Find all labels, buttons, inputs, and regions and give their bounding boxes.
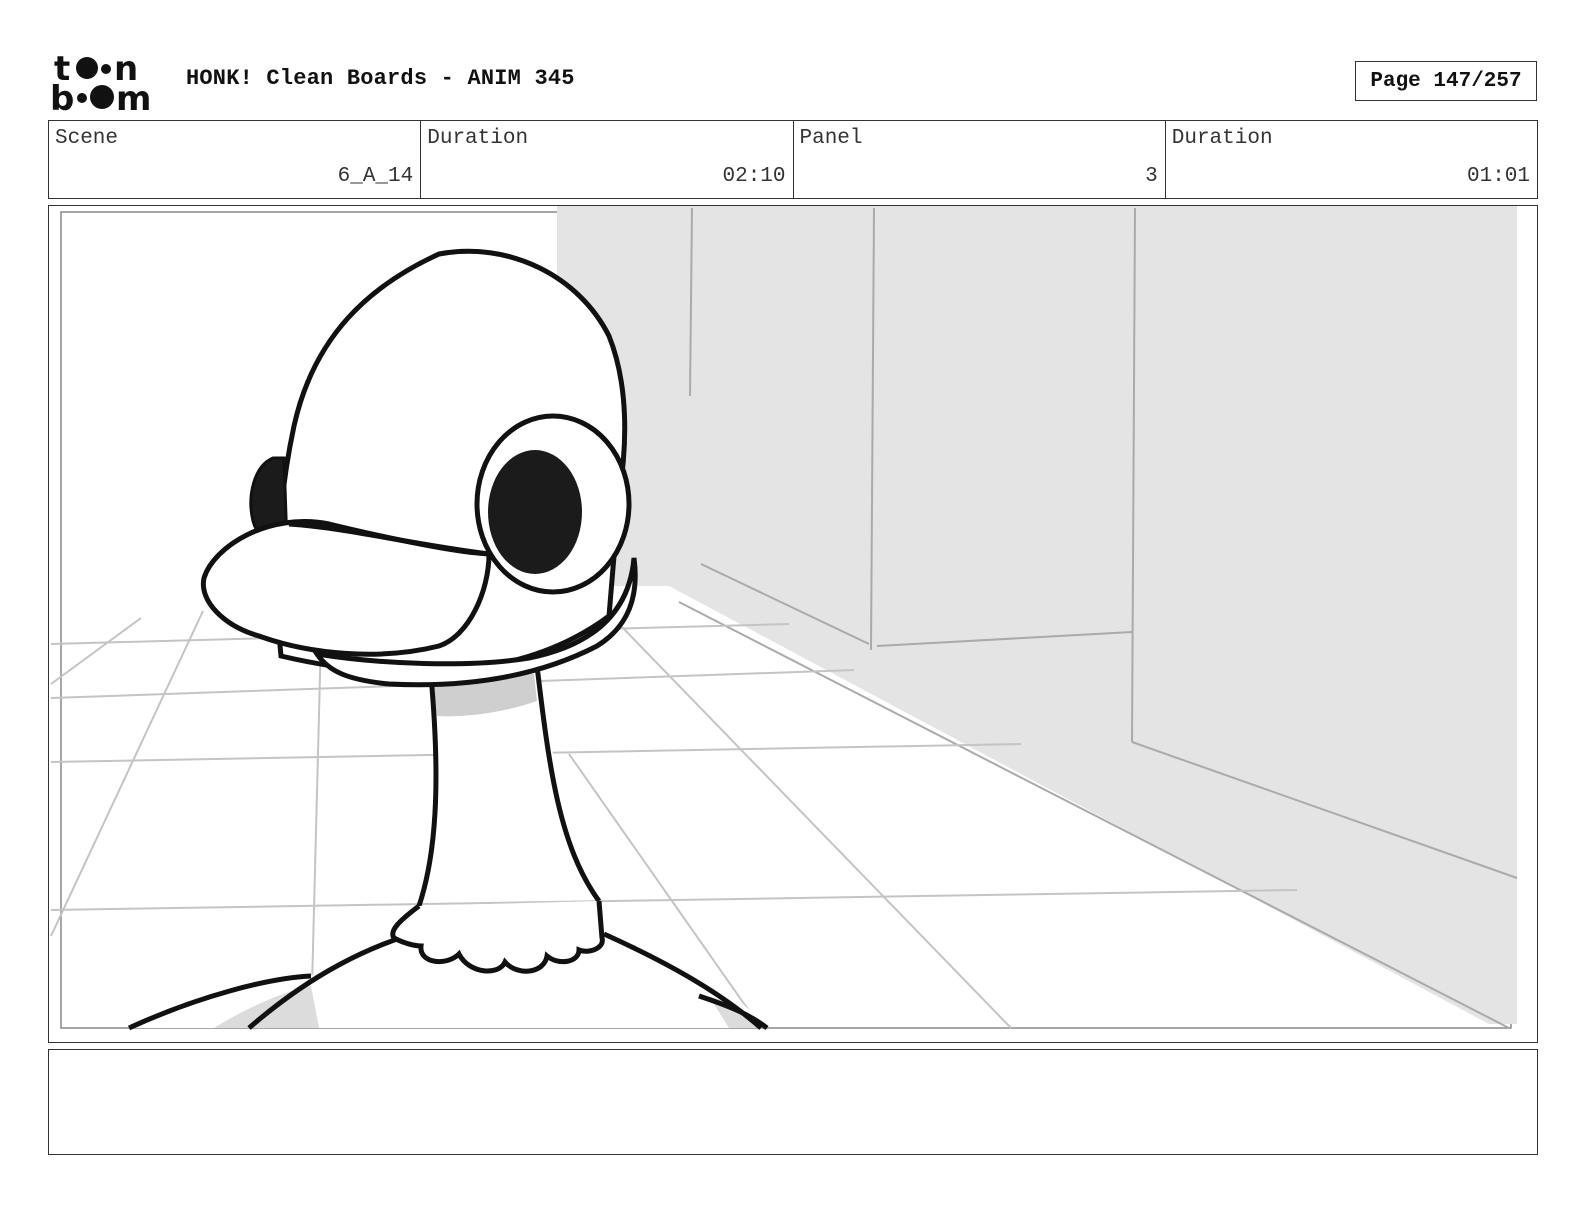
scene-info-table: Scene 6_A_14 Duration 02:10 Panel 3 Dura…: [48, 120, 1538, 199]
storyboard-panel: [48, 205, 1538, 1043]
svg-text:b: b: [50, 79, 74, 112]
panel-duration-value: 01:01: [1466, 165, 1530, 188]
toon-boom-logo: t n b m: [50, 50, 151, 112]
panel-notes-box: [48, 1049, 1538, 1155]
panel-label: Panel: [799, 127, 863, 150]
scene-cell: Scene 6_A_14: [49, 121, 422, 198]
svg-text:m: m: [116, 79, 151, 112]
duck-character-drawing: [50, 206, 1518, 1031]
scene-duration-label: Duration: [427, 127, 529, 150]
panel-value: 3: [1145, 165, 1158, 188]
panel-cell: Panel 3: [794, 121, 1166, 198]
scene-value: 6_A_14: [337, 165, 414, 188]
page-indicator: Page 147/257: [1355, 61, 1537, 101]
scene-duration-cell: Duration 02:10: [421, 121, 794, 198]
scene-label: Scene: [55, 127, 119, 150]
panel-duration-label: Duration: [1171, 127, 1273, 150]
scene-duration-value: 02:10: [722, 165, 786, 188]
board-title: HONK! Clean Boards - ANIM 345: [186, 66, 575, 91]
panel-duration-cell: Duration 01:01: [1166, 121, 1537, 198]
